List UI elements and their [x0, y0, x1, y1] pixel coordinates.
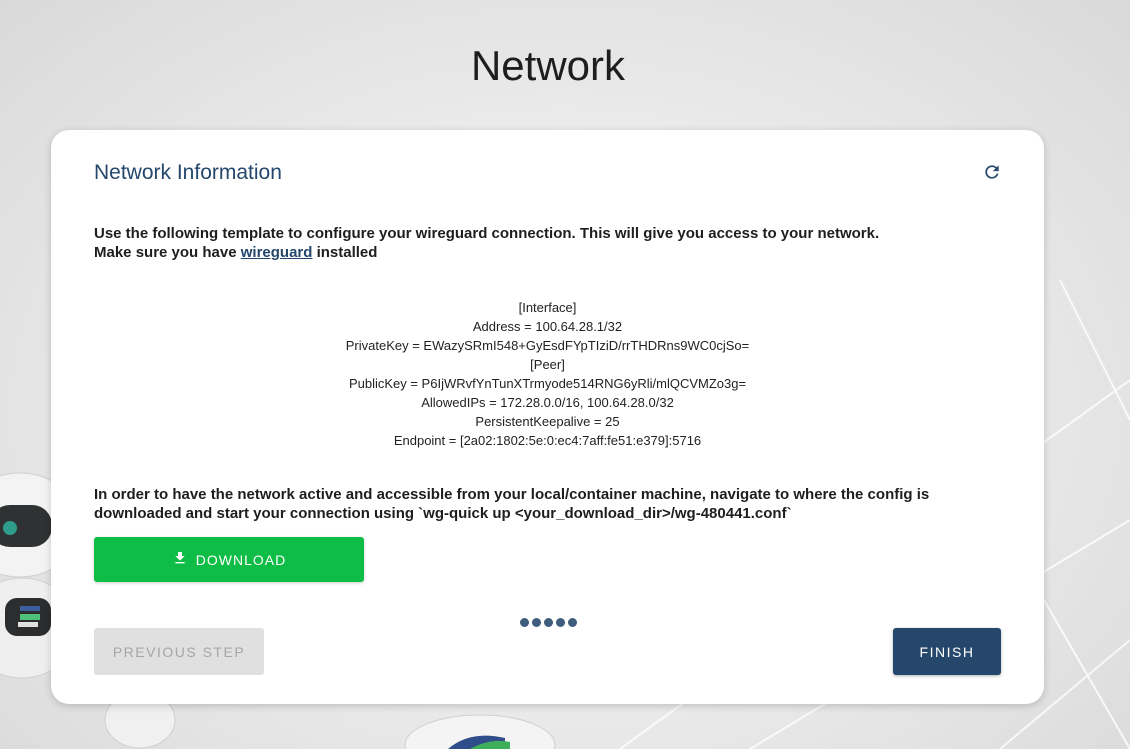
step-dot	[568, 618, 577, 627]
download-button[interactable]: DOWNLOAD	[94, 537, 364, 582]
config-line: Address = 100.64.28.1/32	[472, 319, 623, 334]
config-line: [Peer]	[530, 357, 565, 372]
config-line: Endpoint = [2a02:1802:5e:0:ec4:7aff:fe51…	[393, 433, 702, 448]
refresh-icon	[982, 162, 1002, 187]
download-icon	[172, 549, 188, 570]
previous-step-button[interactable]: PREVIOUS STEP	[94, 628, 264, 675]
step-dot	[556, 618, 565, 627]
instructions-text: In order to have the network active and …	[94, 486, 930, 522]
config-line: PersistentKeepalive = 25	[475, 414, 620, 429]
step-dot	[520, 618, 529, 627]
config-line: [Interface]	[518, 300, 577, 315]
step-dot	[532, 618, 541, 627]
download-label: DOWNLOAD	[195, 551, 287, 568]
wireguard-config: [Interface] Address = 100.64.28.1/32 Pri…	[51, 298, 1044, 450]
refresh-button[interactable]	[981, 163, 1003, 185]
intro-line-2-prefix: Make sure you have	[94, 244, 241, 261]
step-progress-indicator	[520, 618, 577, 627]
intro-line-1: Use the following template to configure …	[94, 225, 880, 242]
config-line: PublicKey = P6IjWRvfYnTunXTrmyode514RNG6…	[348, 376, 747, 391]
finish-button[interactable]: FINISH	[893, 628, 1001, 675]
intro-line-2: Make sure you have wireguard installed	[94, 243, 994, 262]
config-line: AllowedIPs = 172.28.0.0/16, 100.64.28.0/…	[421, 395, 674, 410]
card-title: Network Information	[94, 161, 282, 184]
wireguard-link[interactable]: wireguard	[241, 244, 313, 261]
intro-line-2-suffix: installed	[312, 244, 378, 261]
page-title: Network	[470, 42, 626, 89]
config-line: PrivateKey = EWazySRmI548+GyEsdFYpTIziD/…	[345, 338, 750, 353]
intro-text: Use the following template to configure …	[94, 224, 994, 262]
network-info-card: Network Information Use the following te…	[51, 130, 1044, 704]
step-dot	[544, 618, 553, 627]
